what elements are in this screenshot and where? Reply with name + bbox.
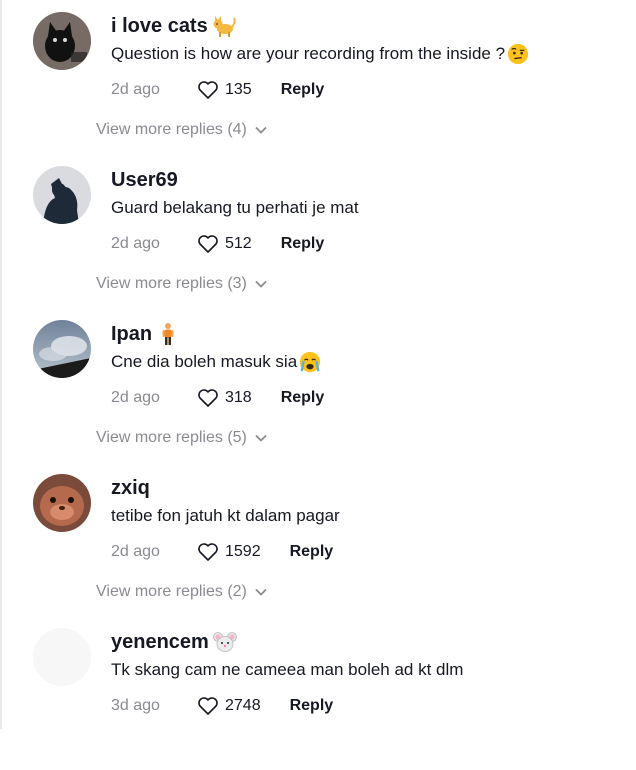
view-more-label: View more replies (4) <box>96 121 247 138</box>
heart-icon[interactable] <box>197 542 219 562</box>
chevron-down-icon <box>255 588 267 596</box>
like-count: 318 <box>225 389 252 406</box>
mouse-emoji-icon <box>212 630 237 654</box>
reply-button[interactable]: Reply <box>290 543 334 561</box>
chevron-down-icon <box>255 280 267 288</box>
avatar[interactable] <box>33 166 91 224</box>
username[interactable]: zxiq <box>111 474 150 502</box>
username[interactable]: Ipan <box>111 320 152 348</box>
comment-text: tetibe fon jatuh kt dalam pagar <box>111 506 340 525</box>
view-more-label: View more replies (2) <box>96 583 247 600</box>
like-count: 1592 <box>225 543 261 560</box>
view-more-replies-button[interactable]: View more replies (5) <box>96 429 267 447</box>
chevron-down-icon <box>255 434 267 442</box>
like-button[interactable]: 2748 <box>197 696 261 716</box>
heart-icon[interactable] <box>197 388 219 408</box>
like-button[interactable]: 135 <box>197 80 252 100</box>
comment-text: Tk skang cam ne cameea man boleh ad kt d… <box>111 660 464 679</box>
comment-list: i love cats Question is how are your rec… <box>0 0 636 770</box>
view-more-replies-button[interactable]: View more replies (4) <box>96 121 267 139</box>
comment-text: Question is how are your recording from … <box>111 40 616 68</box>
standing-person-emoji-icon <box>156 322 180 346</box>
like-button[interactable]: 512 <box>197 234 252 254</box>
crying-face-emoji-icon <box>299 351 321 373</box>
view-more-label: View more replies (5) <box>96 429 247 446</box>
reply-button[interactable]: Reply <box>281 235 325 253</box>
username[interactable]: User69 <box>111 166 178 194</box>
comment-item: yenencem Tk skang cam ne cameea man bole… <box>0 616 636 770</box>
reply-button[interactable]: Reply <box>281 389 325 407</box>
like-count: 135 <box>225 81 252 98</box>
comment-time: 2d ago <box>111 235 160 252</box>
like-button[interactable]: 1592 <box>197 542 261 562</box>
avatar[interactable] <box>33 12 91 70</box>
view-more-replies-button[interactable]: View more replies (3) <box>96 275 267 293</box>
comment-item: i love cats Question is how are your rec… <box>0 0 636 154</box>
like-count: 512 <box>225 235 252 252</box>
heart-icon[interactable] <box>197 696 219 716</box>
view-more-replies-button[interactable]: View more replies (2) <box>96 583 267 601</box>
comment-item: Ipan Cne dia boleh masuk sia 2d ago 318 … <box>0 308 636 462</box>
chevron-down-icon <box>255 126 267 134</box>
comment-text: Guard belakang tu perhati je mat <box>111 198 359 217</box>
reply-button[interactable]: Reply <box>281 81 325 99</box>
comment-time: 2d ago <box>111 81 160 98</box>
like-button[interactable]: 318 <box>197 388 252 408</box>
comment-item: User69 Guard belakang tu perhati je mat … <box>0 154 636 308</box>
heart-icon[interactable] <box>197 234 219 254</box>
comment-time: 2d ago <box>111 389 160 406</box>
reply-button[interactable]: Reply <box>290 697 334 715</box>
heart-icon[interactable] <box>197 80 219 100</box>
raised-eyebrow-emoji-icon <box>507 43 529 65</box>
username[interactable]: i love cats <box>111 12 208 40</box>
view-more-label: View more replies (3) <box>96 275 247 292</box>
comment-item: zxiq tetibe fon jatuh kt dalam pagar 2d … <box>0 462 636 616</box>
comment-time: 2d ago <box>111 543 160 560</box>
avatar[interactable] <box>33 474 91 532</box>
avatar[interactable] <box>33 320 91 378</box>
avatar[interactable] <box>33 628 91 686</box>
comment-time: 3d ago <box>111 697 160 714</box>
username[interactable]: yenencem <box>111 628 209 656</box>
like-count: 2748 <box>225 697 261 714</box>
cat-emoji-icon <box>212 14 236 38</box>
comment-text: Cne dia boleh masuk sia <box>111 348 616 376</box>
